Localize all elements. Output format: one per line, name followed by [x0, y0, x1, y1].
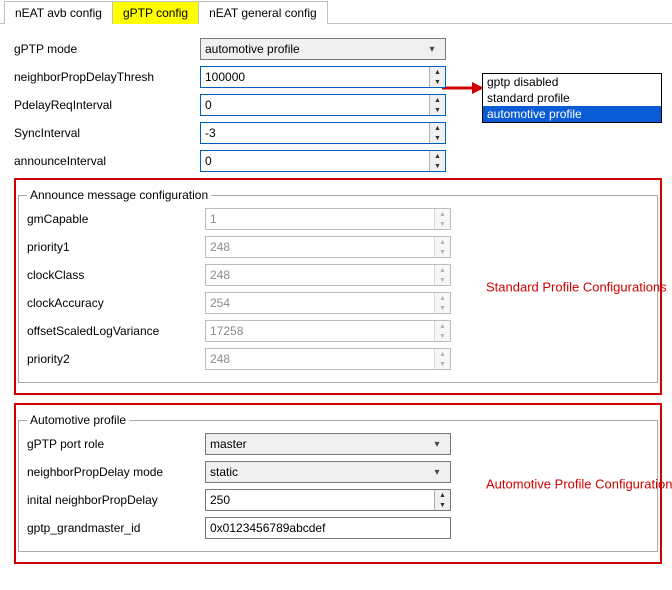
dropdown-option-automotive-profile[interactable]: automotive profile [483, 106, 661, 122]
automotive-profile-legend: Automotive profile [27, 413, 129, 427]
step-down-icon: ▼ [435, 359, 450, 369]
step-up-icon: ▲ [435, 349, 450, 359]
pdelay-req-interval-input[interactable] [201, 95, 429, 115]
dropdown-option-standard-profile[interactable]: standard profile [483, 90, 661, 106]
step-up-icon[interactable]: ▲ [430, 67, 445, 77]
gptp-grandmaster-id-label: gptp_grandmaster_id [27, 521, 205, 535]
announce-interval-stepper[interactable]: ▲▼ [200, 150, 446, 172]
step-down-icon: ▼ [435, 331, 450, 341]
gptp-mode-dropdown: gptp disabled standard profile automotiv… [482, 73, 662, 123]
clock-class-stepper: ▲▼ [205, 264, 451, 286]
step-down-icon: ▼ [435, 303, 450, 313]
step-down-icon[interactable]: ▼ [430, 77, 445, 87]
step-up-icon: ▲ [435, 209, 450, 219]
priority1-input [206, 237, 434, 257]
chevron-down-icon: ▾ [423, 44, 441, 55]
dropdown-option-gptp-disabled[interactable]: gptp disabled [483, 74, 661, 90]
clock-accuracy-stepper: ▲▼ [205, 292, 451, 314]
gptp-port-role-select[interactable]: master ▾ [205, 433, 451, 455]
step-up-icon[interactable]: ▲ [430, 123, 445, 133]
step-down-icon: ▼ [435, 219, 450, 229]
initial-neighbor-prop-delay-label: inital neighborPropDelay [27, 493, 205, 507]
tab-bar: nEAT avb config gPTP config nEAT general… [0, 0, 672, 24]
neighbor-prop-delay-mode-value: static [210, 465, 428, 479]
chevron-down-icon: ▾ [428, 439, 446, 450]
announce-message-legend: Announce message configuration [27, 188, 211, 202]
neighbor-prop-delay-thresh-input[interactable] [201, 67, 429, 87]
clock-accuracy-label: clockAccuracy [27, 296, 205, 310]
clock-accuracy-input [206, 293, 434, 313]
gptp-port-role-label: gPTP port role [27, 437, 205, 451]
priority1-label: priority1 [27, 240, 205, 254]
step-up-icon: ▲ [435, 237, 450, 247]
gptp-port-role-value: master [210, 437, 428, 451]
gm-capable-input [206, 209, 434, 229]
offset-scaled-log-variance-label: offsetScaledLogVariance [27, 324, 205, 338]
automotive-profile-annotation-box: Automotive Profile Configurations Automo… [14, 403, 662, 564]
automotive-profile-annotation-label: Automotive Profile Configurations [486, 476, 672, 491]
step-down-icon[interactable]: ▼ [430, 161, 445, 171]
step-up-icon: ▲ [435, 265, 450, 275]
gm-capable-stepper: ▲▼ [205, 208, 451, 230]
tab-neat-general-config[interactable]: nEAT general config [198, 1, 328, 24]
step-down-icon: ▼ [435, 275, 450, 285]
offset-scaled-log-variance-input [206, 321, 434, 341]
neighbor-prop-delay-thresh-label: neighborPropDelayThresh [14, 70, 200, 84]
pdelay-req-interval-label: PdelayReqInterval [14, 98, 200, 112]
sync-interval-stepper[interactable]: ▲▼ [200, 122, 446, 144]
neighbor-prop-delay-thresh-stepper[interactable]: ▲▼ [200, 66, 446, 88]
step-up-icon[interactable]: ▲ [435, 490, 450, 500]
gptp-mode-select[interactable]: automotive profile ▾ [200, 38, 446, 60]
step-up-icon: ▲ [435, 321, 450, 331]
initial-neighbor-prop-delay-input[interactable] [206, 490, 434, 510]
step-down-icon[interactable]: ▼ [430, 105, 445, 115]
step-up-icon: ▲ [435, 293, 450, 303]
chevron-down-icon: ▾ [428, 467, 446, 478]
gptp-grandmaster-id-input[interactable] [205, 517, 451, 539]
tab-content: gPTP mode automotive profile ▾ gptp disa… [0, 24, 672, 582]
sync-interval-label: SyncInterval [14, 126, 200, 140]
tab-gptp-config[interactable]: gPTP config [112, 1, 199, 24]
neighbor-prop-delay-mode-label: neighborPropDelay mode [27, 465, 205, 479]
tab-label: nEAT general config [209, 6, 317, 20]
gm-capable-label: gmCapable [27, 212, 205, 226]
announce-interval-input[interactable] [201, 151, 429, 171]
neighbor-prop-delay-mode-select[interactable]: static ▾ [205, 461, 451, 483]
clock-class-label: clockClass [27, 268, 205, 282]
tab-label: nEAT avb config [15, 6, 102, 20]
priority1-stepper: ▲▼ [205, 236, 451, 258]
initial-neighbor-prop-delay-stepper[interactable]: ▲▼ [205, 489, 451, 511]
step-down-icon: ▼ [435, 247, 450, 257]
offset-scaled-log-variance-stepper: ▲▼ [205, 320, 451, 342]
clock-class-input [206, 265, 434, 285]
announce-interval-label: announceInterval [14, 154, 200, 168]
step-down-icon[interactable]: ▼ [430, 133, 445, 143]
gptp-mode-value: automotive profile [205, 42, 423, 56]
annotation-arrow [450, 87, 480, 89]
pdelay-req-interval-stepper[interactable]: ▲▼ [200, 94, 446, 116]
standard-profile-annotation-label: Standard Profile Configurations [486, 279, 667, 294]
priority2-input [206, 349, 434, 369]
tab-neat-avb-config[interactable]: nEAT avb config [4, 1, 113, 24]
tab-label: gPTP config [123, 6, 188, 20]
step-down-icon[interactable]: ▼ [435, 500, 450, 510]
step-up-icon[interactable]: ▲ [430, 95, 445, 105]
priority2-label: priority2 [27, 352, 205, 366]
standard-profile-annotation-box: Standard Profile Configurations Announce… [14, 178, 662, 395]
sync-interval-input[interactable] [201, 123, 429, 143]
gptp-mode-label: gPTP mode [14, 42, 200, 56]
priority2-stepper: ▲▼ [205, 348, 451, 370]
step-up-icon[interactable]: ▲ [430, 151, 445, 161]
